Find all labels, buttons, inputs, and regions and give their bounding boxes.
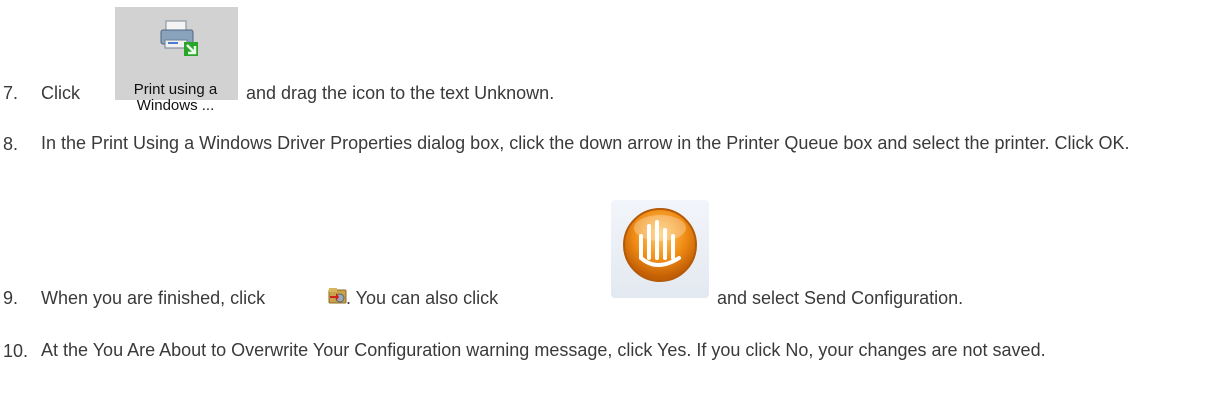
step-9-text-part1: When you are finished, click: [41, 288, 266, 308]
application-menu-orb-button[interactable]: [611, 200, 709, 298]
send-configuration-icon[interactable]: [328, 286, 348, 306]
step-8-text: In the Print Using a Windows Driver Prop…: [41, 133, 1130, 153]
step-number: 10.: [3, 341, 29, 361]
step-10-text: At the You Are About to Overwrite Your C…: [41, 340, 1046, 360]
step-number: 8.: [3, 134, 19, 154]
application-menu-orb-icon: [623, 208, 697, 282]
printer-icon: [160, 18, 200, 58]
step-9-text-part2: . You can also click: [346, 288, 499, 308]
print-using-windows-driver-button[interactable]: Print using a Windows ...: [115, 7, 238, 114]
step-9-text-part3: and select Send Configuration.: [717, 288, 964, 308]
step-7-text-after: and drag the icon to the text Unknown.: [246, 83, 555, 103]
step-7-text-before: Click: [41, 83, 80, 103]
step-number: 9.: [3, 288, 19, 308]
tile-label-line1: Print using a: [133, 81, 218, 98]
tile-label-line2: Windows ...: [136, 97, 215, 114]
step-number: 7.: [3, 83, 19, 103]
